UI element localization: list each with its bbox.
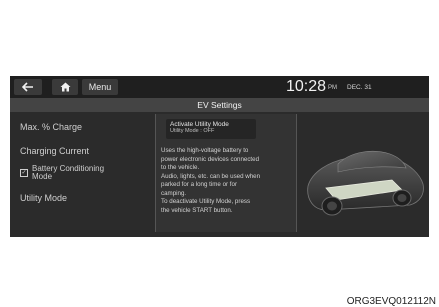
description-line: Uses the high-voltage battery to [161, 147, 249, 154]
clock-time: 10:28 [286, 78, 327, 95]
clock-ampm: PM [328, 85, 337, 91]
back-button[interactable] [14, 79, 42, 95]
description-line: power electronic devices connected [161, 155, 260, 163]
menu-item-utility-mode[interactable]: Utility Mode [20, 193, 67, 203]
utility-status: Utility Mode : OFF [170, 128, 215, 134]
info-panel: Activate Utility Mode Utility Mode : OFF… [155, 114, 297, 232]
top-bar: Menu 10:28 PM DEC. 31 [10, 76, 429, 98]
description-line: parked for a long time or for [161, 181, 238, 188]
menu-button[interactable]: Menu [82, 79, 118, 95]
menu-item-battery-conditioning-mode[interactable]: Mode [32, 173, 52, 181]
menu-label: Menu [88, 82, 112, 92]
description-line: Audio, lights, etc. can be used when [161, 172, 261, 180]
description-line: camping. [161, 189, 187, 197]
figure-code: ORG3EVQ012112N [346, 296, 436, 307]
vehicle-illustration [298, 114, 429, 237]
activate-utility-mode-button[interactable]: Activate Utility Mode Utility Mode : OFF [166, 119, 256, 139]
home-button[interactable] [52, 79, 78, 95]
description-line: to the vehicle. [161, 164, 200, 171]
page-title: EV Settings [10, 98, 429, 112]
back-arrow-icon [22, 82, 33, 92]
infotainment-screen: Menu 10:28 PM DEC. 31 EV Settings Max. %… [10, 76, 429, 237]
menu-item-max-charge[interactable]: Max. % Charge [20, 122, 82, 132]
description-line: To deactivate Utility Mode, press [161, 198, 251, 205]
car-icon [307, 151, 424, 216]
utility-description: Uses the high-voltage battery to power e… [161, 147, 289, 215]
utility-button-title: Activate Utility Mode [170, 121, 229, 128]
menu-item-charging-current[interactable]: Charging Current [20, 146, 89, 156]
date-label: DEC. 31 [347, 84, 372, 91]
checkbox-checked-icon[interactable]: ✓ [20, 169, 28, 177]
home-icon [60, 82, 70, 92]
description-line: the vehicle START button. [161, 206, 233, 214]
